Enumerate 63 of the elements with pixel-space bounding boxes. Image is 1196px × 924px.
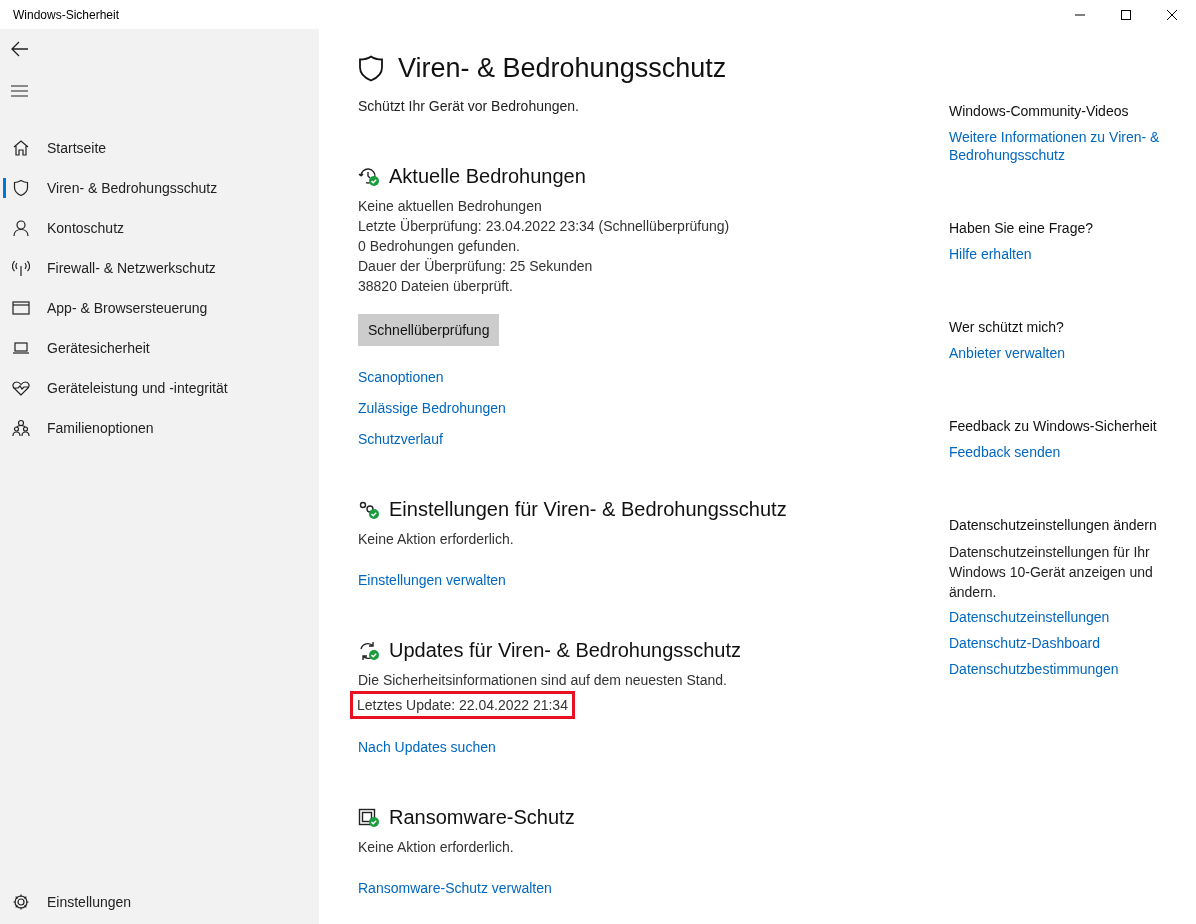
sidebar-item[interactable]: Firewall- & Netzwerkschutz (0, 248, 319, 288)
link[interactable]: Datenschutzeinstellungen (949, 608, 1110, 626)
status-text: Die Sicherheitsinformationen sind auf dem neuesten Stand. (358, 671, 727, 690)
sidebar-item[interactable]: App- & Browsersteuerung (0, 288, 319, 328)
link[interactable]: Datenschutzbestimmungen (949, 660, 1119, 678)
status-text: Keine aktuellen Bedrohungen (358, 197, 542, 216)
aside-text: Datenschutzeinstellungen für Ihr Windows 10-Gerät anzeigen und ändern. (949, 543, 1154, 602)
link[interactable]: Datenschutz-Dashboard (949, 634, 1100, 652)
status-text: 0 Bedrohungen gefunden. (358, 237, 520, 256)
page-subtitle: Schützt Ihr Gerät vor Bedrohungen. (358, 98, 580, 114)
link[interactable]: Anbieter verwalten (949, 344, 1065, 362)
antenna-icon (12, 259, 30, 277)
shield-icon (12, 179, 30, 197)
person-icon (12, 219, 30, 237)
link[interactable]: Scanoptionen (358, 368, 444, 386)
maximize-icon[interactable] (1120, 8, 1132, 21)
link[interactable]: Hilfe erhalten (949, 245, 1032, 263)
heart-icon (12, 379, 30, 397)
settings-icon (12, 893, 30, 911)
link[interactable]: Einstellungen verwalten (358, 571, 506, 589)
folder-check-icon (358, 807, 380, 828)
link[interactable]: Feedback senden (949, 443, 1061, 461)
link[interactable]: Weitere Informationen zu Viren- & Bedrohungsschutz (949, 128, 1189, 164)
quick-scan-button[interactable]: Schnellüberprüfung (358, 314, 500, 346)
link[interactable]: Schutzverlauf (358, 430, 443, 448)
close-icon[interactable] (1166, 8, 1178, 21)
shield-icon (358, 54, 384, 83)
aside-heading: Haben Sie eine Frage? (949, 220, 1093, 236)
sidebar-item[interactable]: Viren- & Bedrohungsschutz (0, 168, 319, 208)
gears-check-icon (358, 499, 380, 520)
status-text: 38820 Dateien überprüft. (358, 277, 513, 296)
sidebar-item[interactable]: Familienoptionen (0, 408, 319, 448)
link[interactable]: Nach Updates suchen (358, 738, 496, 756)
family-icon (12, 419, 30, 437)
status-text: Dauer der Überprüfung: 25 Sekunden (358, 257, 593, 276)
sidebar-item[interactable]: Kontoschutz (0, 208, 319, 248)
status-text: Letzte Überprüfung: 23.04.2022 23:34 (Schnellüberprüfung) (358, 217, 730, 236)
status-text: Keine Aktion erforderlich. (358, 838, 514, 857)
section-title: Updates für Viren- & Bedrohungsschutz (389, 639, 742, 662)
clock-check-icon (358, 166, 380, 187)
sidebar-item[interactable]: Gerätesicherheit (0, 328, 319, 368)
menu-icon[interactable] (11, 85, 28, 97)
window-title: Windows-Sicherheit (13, 7, 120, 22)
status-text: Letztes Update: 22.04.2022 21:34 (353, 694, 572, 716)
status-text: Keine Aktion erforderlich. (358, 530, 514, 549)
laptop-icon (12, 339, 30, 357)
page-title: Viren- & Bedrohungsschutz (398, 53, 727, 84)
section-title: Aktuelle Bedrohungen (389, 165, 586, 188)
back-arrow-icon[interactable] (11, 41, 29, 57)
sidebar-item[interactable]: Geräteleistung und -integrität (0, 368, 319, 408)
sidebar-item[interactable]: Startseite (0, 128, 319, 168)
aside-heading: Feedback zu Windows-Sicherheit (949, 418, 1157, 434)
refresh-check-icon (358, 640, 380, 661)
section-title: Ransomware-Schutz (389, 806, 575, 829)
window-icon (12, 299, 30, 317)
section-title: Einstellungen für Viren- & Bedrohungsschutz (389, 498, 787, 521)
aside-heading: Wer schützt mich? (949, 319, 1064, 335)
aside-heading: Windows-Community-Videos (949, 103, 1129, 119)
home-icon (12, 139, 30, 157)
settings-item[interactable]: Einstellungen (0, 882, 319, 922)
link[interactable]: Zulässige Bedrohungen (358, 399, 506, 417)
link[interactable]: Ransomware-Schutz verwalten (358, 879, 552, 897)
aside-heading: Datenschutzeinstellungen ändern (949, 517, 1157, 533)
